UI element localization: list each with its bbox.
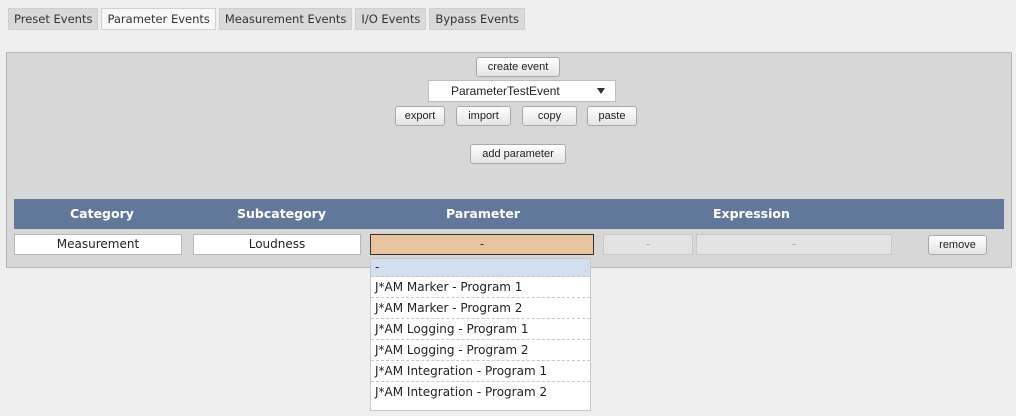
parameter-option[interactable]: J*AM Logging - Program 1 <box>371 319 590 340</box>
tab-measurement-events[interactable]: Measurement Events <box>218 8 353 30</box>
remove-button[interactable]: remove <box>928 235 987 255</box>
parameter-dropdown: - J*AM Marker - Program 1 J*AM Marker - … <box>370 258 591 411</box>
header-subcategory: Subcategory <box>237 206 326 221</box>
category-field[interactable]: Measurement <box>14 234 182 255</box>
export-button[interactable]: export <box>395 106 445 126</box>
header-category: Category <box>70 206 134 221</box>
parameter-option[interactable]: J*AM Marker - Program 2 <box>371 298 590 319</box>
tab-bypass-events[interactable]: Bypass Events <box>429 8 525 30</box>
parameter-option[interactable]: - <box>371 259 590 277</box>
chevron-down-icon <box>597 88 605 94</box>
event-select-value: ParameterTestEvent <box>451 84 560 98</box>
parameter-option[interactable]: J*AM Marker - Program 1 <box>371 277 590 298</box>
create-event-button[interactable]: create event <box>476 57 560 77</box>
value-field: - <box>603 234 693 255</box>
header-parameter: Parameter <box>446 206 520 221</box>
parameter-option[interactable]: J*AM Integration - Program 2 <box>371 382 590 403</box>
parameter-select[interactable]: - <box>370 234 594 255</box>
tab-parameter-events[interactable]: Parameter Events <box>101 8 216 30</box>
subcategory-field[interactable]: Loudness <box>193 234 361 255</box>
tab-bar: Preset Events Parameter Events Measureme… <box>8 8 528 30</box>
import-button[interactable]: import <box>456 106 511 126</box>
table-header: Category Subcategory Parameter Expressio… <box>14 199 1004 229</box>
copy-button[interactable]: copy <box>522 106 577 126</box>
tab-io-events[interactable]: I/O Events <box>355 8 427 30</box>
parameter-option[interactable]: J*AM Integration - Program 1 <box>371 361 590 382</box>
add-parameter-button[interactable]: add parameter <box>470 144 566 164</box>
header-expression: Expression <box>713 206 790 221</box>
tab-preset-events[interactable]: Preset Events <box>8 8 99 30</box>
paste-button[interactable]: paste <box>587 106 637 126</box>
parameter-option[interactable]: J*AM Logging - Program 2 <box>371 340 590 361</box>
expression-field: - <box>696 234 892 255</box>
event-select[interactable]: ParameterTestEvent <box>428 80 616 102</box>
